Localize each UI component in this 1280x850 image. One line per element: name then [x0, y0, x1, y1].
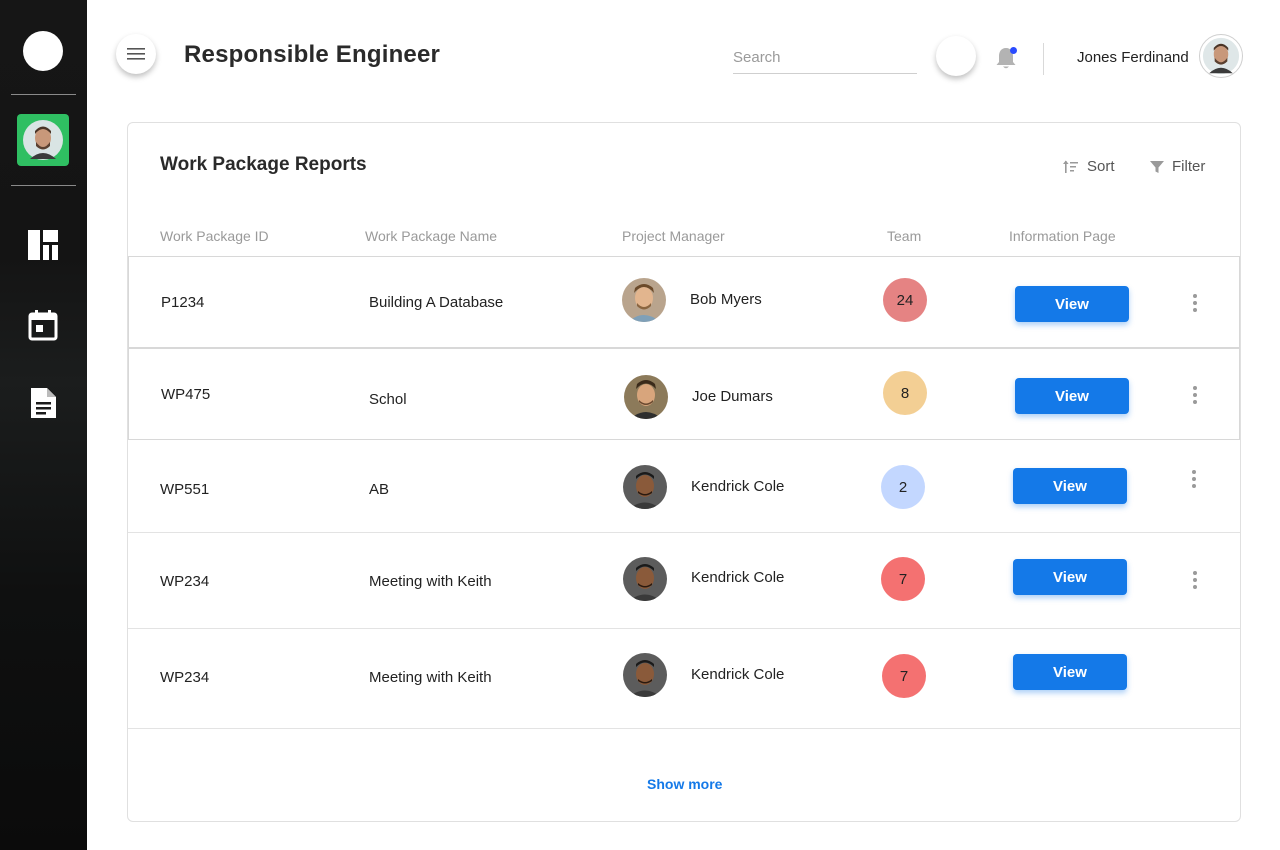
filter-icon [1150, 160, 1164, 173]
filter-label: Filter [1172, 158, 1206, 175]
view-button[interactable]: View [1015, 378, 1129, 414]
sidebar-avatar[interactable] [17, 114, 69, 166]
package-name: AB [369, 481, 390, 498]
view-button[interactable]: View [1015, 286, 1129, 322]
team-badge: 8 [883, 371, 927, 415]
view-button[interactable]: View [1013, 468, 1127, 504]
more-options-icon[interactable] [1191, 386, 1199, 404]
sidebar [0, 0, 87, 850]
menu-button[interactable] [116, 34, 156, 74]
manager-name: Kendrick Cole [691, 666, 785, 683]
package-id: WP234 [160, 669, 210, 686]
sort-icon [1063, 160, 1078, 173]
avatar-face-icon [1202, 37, 1240, 75]
table-row[interactable]: WP551 AB Kendrick Cole 2 View [128, 440, 1240, 532]
view-button[interactable]: View [1013, 654, 1127, 690]
column-header-id[interactable]: Work Package ID [160, 228, 269, 244]
document-icon[interactable] [27, 387, 59, 419]
more-options-icon[interactable] [1191, 571, 1199, 589]
work-package-card: Work Package Reports Sort Filter Work Pa… [127, 122, 1241, 822]
package-name: Schol [369, 391, 407, 408]
notification-dot [1010, 47, 1017, 54]
table-row[interactable]: WP475 Schol Joe Dumars 8 View [128, 348, 1240, 440]
manager-avatar [623, 653, 667, 697]
manager-name: Kendrick Cole [691, 569, 785, 586]
dashboard-icon[interactable] [27, 229, 59, 261]
view-button[interactable]: View [1013, 559, 1127, 595]
package-id: WP234 [160, 573, 210, 590]
team-badge: 7 [882, 654, 926, 698]
manager-name: Bob Myers [690, 291, 762, 308]
package-id: P1234 [161, 294, 205, 311]
team-badge: 24 [883, 278, 927, 322]
user-name[interactable]: Jones Ferdinand [1077, 49, 1189, 66]
package-id: WP475 [161, 386, 211, 403]
table-row[interactable]: WP234 Meeting with Keith Kendrick Cole 7… [128, 532, 1240, 624]
manager-avatar [623, 557, 667, 601]
manager-avatar [623, 465, 667, 509]
manager-name: Joe Dumars [692, 388, 773, 405]
theme-toggle[interactable] [936, 36, 976, 76]
column-header-manager[interactable]: Project Manager [622, 228, 725, 244]
team-badge: 2 [881, 465, 925, 509]
manager-avatar [624, 375, 668, 419]
column-header-team[interactable]: Team [887, 228, 921, 244]
search-input[interactable] [733, 42, 917, 74]
manager-avatar [622, 278, 666, 322]
package-id: WP551 [160, 481, 210, 498]
sidebar-divider [11, 94, 76, 95]
sort-button[interactable]: Sort [1063, 158, 1115, 175]
header-divider [1043, 43, 1044, 75]
show-more-link[interactable]: Show more [647, 776, 722, 792]
column-header-name[interactable]: Work Package Name [365, 228, 497, 244]
card-title: Work Package Reports [160, 154, 367, 175]
package-name: Meeting with Keith [369, 669, 492, 686]
manager-name: Kendrick Cole [691, 478, 785, 495]
table-row[interactable]: WP234 Meeting with Keith Kendrick Cole 7… [128, 628, 1240, 729]
sort-label: Sort [1087, 158, 1115, 175]
package-name: Meeting with Keith [369, 573, 492, 590]
page-title: Responsible Engineer [184, 41, 441, 68]
hamburger-icon [127, 48, 145, 60]
user-avatar[interactable] [1199, 34, 1243, 78]
team-badge: 7 [881, 557, 925, 601]
package-name: Building A Database [369, 294, 504, 311]
more-options-icon[interactable] [1190, 470, 1198, 488]
avatar-face-icon [23, 120, 63, 160]
calendar-icon[interactable] [27, 309, 59, 341]
table-row[interactable]: P1234 Building A Database Bob Myers 24 V… [128, 256, 1240, 348]
filter-button[interactable]: Filter [1150, 158, 1205, 175]
sidebar-divider [11, 185, 76, 186]
logo[interactable] [23, 31, 63, 71]
more-options-icon[interactable] [1191, 294, 1199, 312]
column-header-info[interactable]: Information Page [1009, 228, 1116, 244]
